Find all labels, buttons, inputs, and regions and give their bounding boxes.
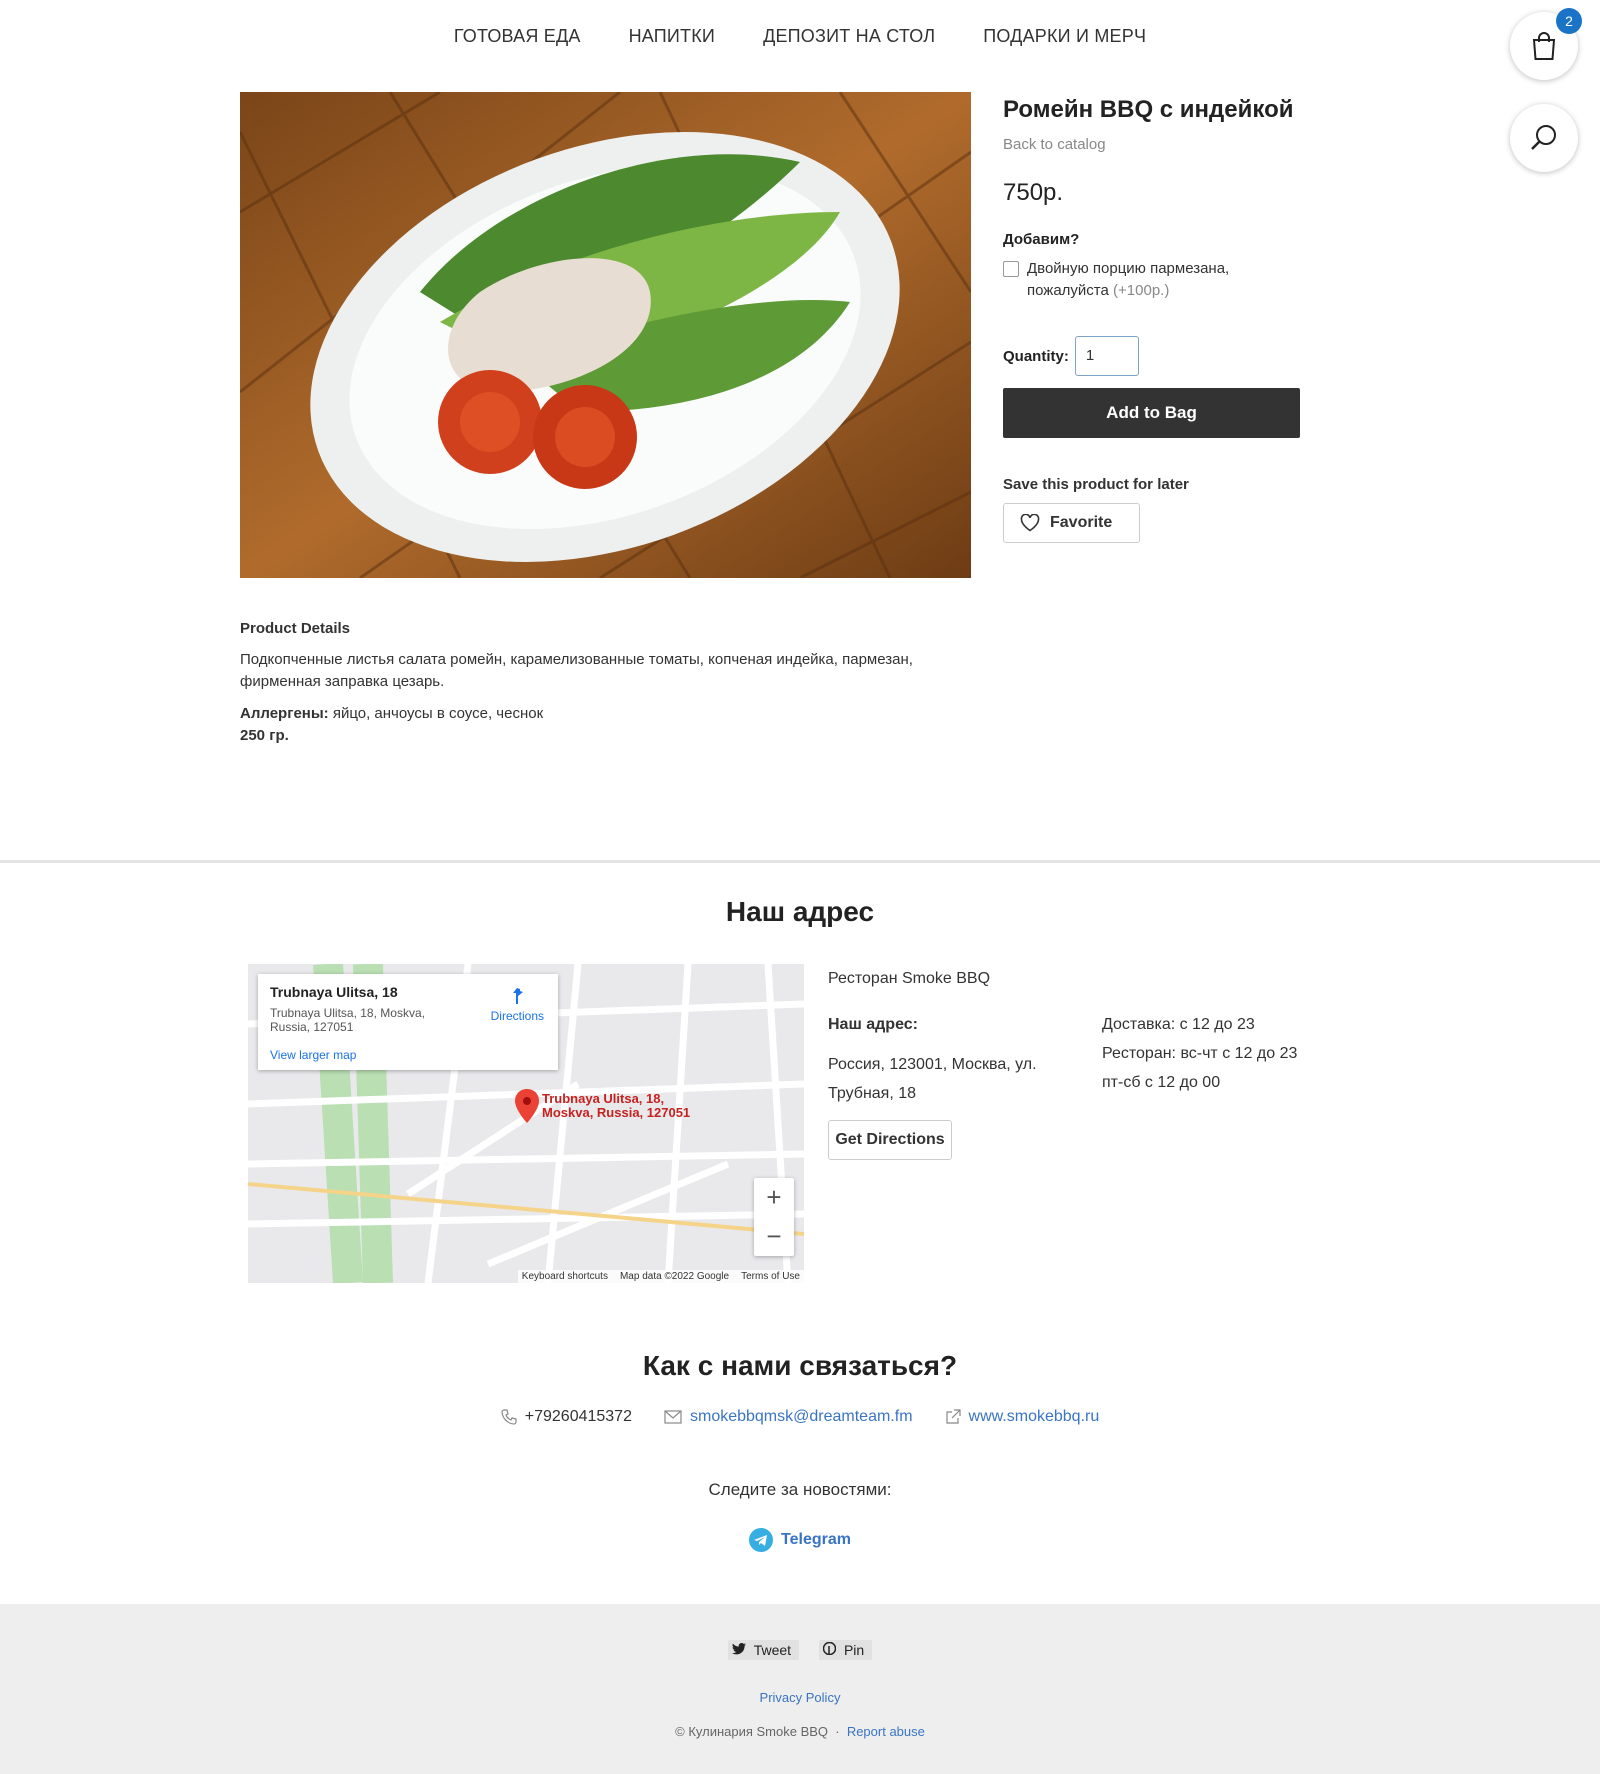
nav-item-gifts-merch[interactable]: ПОДАРКИ И МЕРЧ xyxy=(983,26,1146,47)
address-columns: Наш адрес: Россия, 123001, Москва, ул. Т… xyxy=(828,1014,1308,1160)
hours-delivery: Доставка: с 12 до 23 xyxy=(1102,1016,1255,1033)
allergens-value: яйцо, анчоусы в соусе, чеснок xyxy=(332,705,544,722)
keyboard-shortcuts-link[interactable]: Keyboard shortcuts xyxy=(522,1271,608,1282)
map-directions-link[interactable]: Directions xyxy=(491,986,544,1023)
address-info: Ресторан Smoke BBQ Наш адрес: Россия, 12… xyxy=(828,968,1308,1160)
pinterest-icon xyxy=(822,1641,837,1656)
tweet-button[interactable]: Tweet xyxy=(727,1640,800,1660)
nav-item-ready-food[interactable]: ГОТОВАЯ ЕДА xyxy=(454,26,581,47)
nav-item-drinks[interactable]: НАПИТКИ xyxy=(629,26,716,47)
address-column: Наш адрес: Россия, 123001, Москва, ул. Т… xyxy=(828,1014,1102,1160)
map-pin-icon[interactable] xyxy=(514,1088,540,1124)
section-divider xyxy=(0,860,1600,863)
product-price: 750р. xyxy=(1003,179,1064,206)
search-button[interactable] xyxy=(1510,104,1578,172)
shopping-bag-icon xyxy=(1532,32,1556,60)
view-larger-map-link[interactable]: View larger map xyxy=(270,1048,546,1062)
address-text: Россия, 123001, Москва, ул. Трубная, 18 xyxy=(828,1056,1037,1102)
get-directions-button[interactable]: Get Directions xyxy=(828,1120,952,1160)
hours-column: Доставка: с 12 до 23 Ресторан: вс-чт с 1… xyxy=(1102,1010,1297,1160)
product-details: Product Details Подкопченные листья сала… xyxy=(240,618,980,747)
address-heading: Наш адрес xyxy=(725,896,875,927)
directions-icon xyxy=(513,988,524,1004)
pin-button[interactable]: Pin xyxy=(819,1640,873,1660)
contact-heading: Как с нами связаться? xyxy=(642,1350,958,1381)
main-nav: ГОТОВАЯ ЕДА НАПИТКИ ДЕПОЗИТ НА СТОЛ ПОДА… xyxy=(0,0,1600,72)
product-description: Подкопченные листья салата ромейн, карам… xyxy=(240,651,913,690)
twitter-icon xyxy=(731,1643,746,1655)
follow-label: Следите за новостями: xyxy=(708,1480,892,1499)
contact-email[interactable]: smokebbqmsk@dreamteam.fm xyxy=(664,1408,913,1426)
copyright-text: © Кулинария Smoke BBQ xyxy=(675,1724,829,1739)
phone-icon xyxy=(501,1409,517,1425)
heart-icon xyxy=(1020,514,1040,532)
terms-of-use-link[interactable]: Terms of Use xyxy=(741,1271,800,1282)
addon-text: Двойную порцию пармезана, пожалуйста (+1… xyxy=(1027,258,1300,302)
contact-phone[interactable]: +79260415372 xyxy=(501,1408,632,1426)
add-to-bag-button[interactable]: Add to Bag xyxy=(1003,388,1300,438)
telegram-link[interactable]: Telegram xyxy=(0,1528,1600,1552)
back-to-catalog-link[interactable]: Back to catalog xyxy=(1003,136,1300,153)
addon-price: (+100р.) xyxy=(1113,282,1170,299)
addon-checkbox[interactable] xyxy=(1003,261,1019,277)
product-info: Ромейн BBQ с индейкой Back to catalog 75… xyxy=(1003,92,1300,543)
allergens-label: Аллергены: xyxy=(240,705,329,722)
telegram-icon xyxy=(749,1528,774,1552)
external-link-icon xyxy=(945,1409,961,1424)
map-data-label: Map data ©2022 Google xyxy=(619,1271,730,1282)
tweet-label: Tweet xyxy=(749,1640,796,1660)
website-text: www.smokebbq.ru xyxy=(968,1408,1100,1425)
map-directions-label: Directions xyxy=(490,1009,544,1023)
telegram-label: Telegram xyxy=(781,1531,851,1548)
salad-plate-image xyxy=(240,92,971,578)
google-map[interactable]: Trubnaya Ulitsa, 18 Trubnaya Ulitsa, 18,… xyxy=(248,964,804,1283)
address-label: Наш адрес: xyxy=(828,1016,918,1033)
addon-question: Добавим? xyxy=(1003,231,1080,248)
map-card-address: Trubnaya Ulitsa, 18, Moskva, Russia, 127… xyxy=(270,1006,425,1034)
contact-list: +79260415372 smokebbqmsk@dreamteam.fm ww… xyxy=(0,1408,1600,1426)
pin-label: Pin xyxy=(839,1640,869,1660)
footer-bottom-line: © Кулинария Smoke BBQ · Report abuse xyxy=(675,1724,925,1739)
map-zoom-control: + − xyxy=(754,1178,794,1256)
search-icon xyxy=(1531,125,1556,150)
map-pin-label: Trubnaya Ulitsa, 18, Moskva, Russia, 127… xyxy=(542,1091,691,1120)
product-weight: 250 гр. xyxy=(240,727,289,744)
contact-website[interactable]: www.smokebbq.ru xyxy=(945,1408,1100,1426)
share-buttons: Tweet Pin xyxy=(0,1640,1600,1660)
allergens-line: Аллергены: яйцо, анчоусы в соусе, чеснок xyxy=(240,703,980,725)
phone-text: +79260415372 xyxy=(524,1408,632,1425)
email-text: smokebbqmsk@dreamteam.fm xyxy=(689,1408,913,1425)
footer: Tweet Pin Privacy Policy © Кулинария Smo… xyxy=(0,1604,1600,1774)
restaurant-name: Ресторан Smoke BBQ xyxy=(828,970,991,987)
mail-icon xyxy=(664,1410,682,1424)
favorite-label: Favorite xyxy=(1050,514,1113,531)
map-info-card: Trubnaya Ulitsa, 18 Trubnaya Ulitsa, 18,… xyxy=(258,974,558,1070)
quantity-label: Quantity: xyxy=(1003,347,1069,365)
report-abuse-link[interactable]: Report abuse xyxy=(847,1724,925,1739)
cart-count-badge: 2 xyxy=(1556,8,1582,34)
hours-restaurant: Ресторан: вс-чт с 12 до 23 xyxy=(1102,1045,1298,1062)
favorite-button[interactable]: Favorite xyxy=(1003,503,1140,543)
cart-button[interactable]: 2 xyxy=(1510,8,1582,80)
privacy-policy-link[interactable]: Privacy Policy xyxy=(0,1690,1600,1705)
save-for-later-label: Save this product for later xyxy=(1003,476,1189,493)
quantity-row: Quantity: 1 xyxy=(1003,336,1300,376)
addon-option[interactable]: Двойную порцию пармезана, пожалуйста (+1… xyxy=(1003,258,1300,302)
quantity-input[interactable]: 1 xyxy=(1074,336,1139,376)
hours-weekend: пт-сб с 12 до 00 xyxy=(1102,1074,1221,1091)
zoom-out-button[interactable]: − xyxy=(754,1217,794,1256)
product-details-heading: Product Details xyxy=(240,620,351,637)
product-title: Ромейн BBQ с индейкой xyxy=(1003,96,1294,123)
map-attribution: Keyboard shortcuts Map data ©2022 Google… xyxy=(517,1270,804,1283)
zoom-in-button[interactable]: + xyxy=(754,1178,794,1217)
nav-item-table-deposit[interactable]: ДЕПОЗИТ НА СТОЛ xyxy=(763,26,935,47)
product-image xyxy=(240,92,971,578)
